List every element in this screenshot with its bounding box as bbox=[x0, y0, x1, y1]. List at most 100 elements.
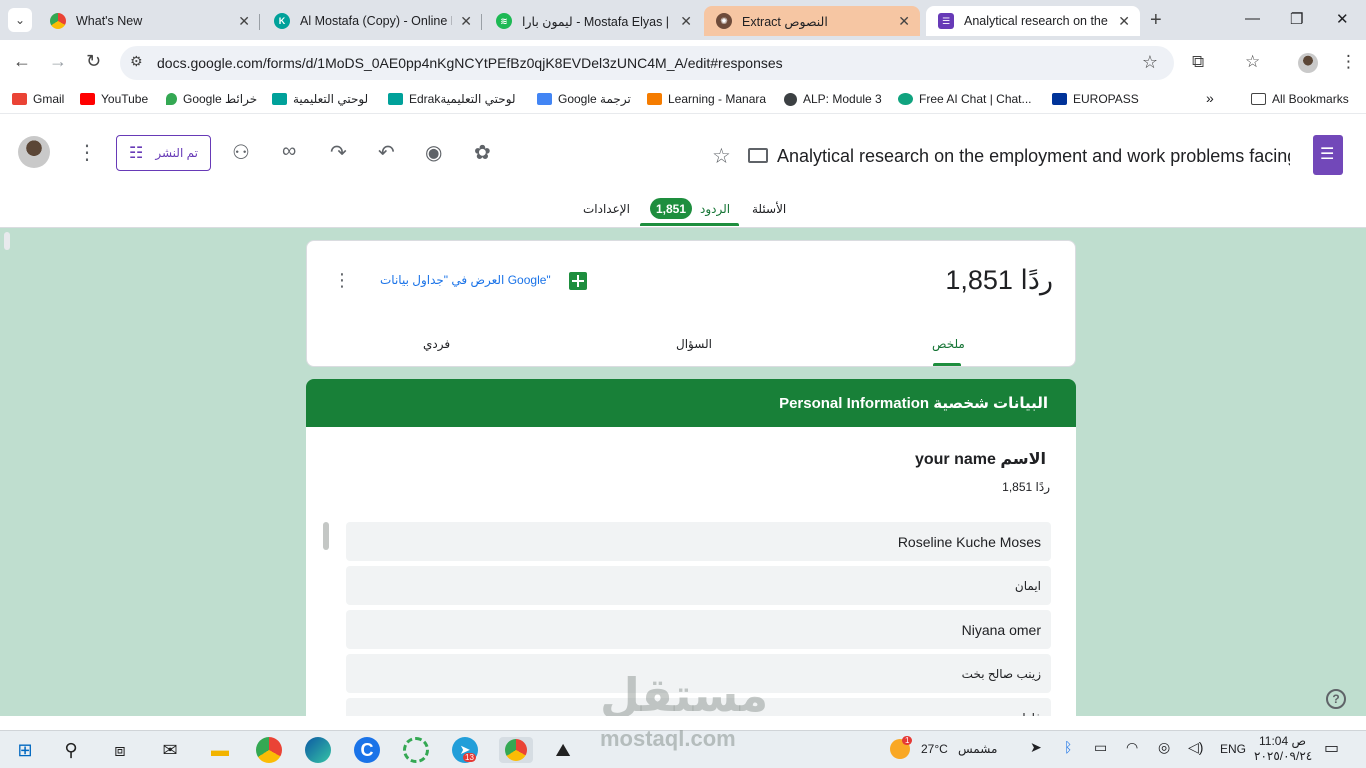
bookmark-europass[interactable]: EUROPASS bbox=[1052, 92, 1139, 106]
bookmark-gmail[interactable]: Gmail bbox=[12, 92, 64, 106]
close-icon[interactable]: ✕ bbox=[1118, 13, 1130, 30]
forward-button[interactable]: → bbox=[49, 51, 67, 72]
star-icon[interactable]: ☆ bbox=[712, 144, 731, 169]
browser-tab-forms[interactable]: ☰ Analytical research on the employment … bbox=[926, 6, 1140, 36]
extensions-icon[interactable]: ⧉ bbox=[1192, 52, 1204, 72]
language-indicator[interactable]: ENG bbox=[1220, 742, 1246, 756]
google-sheets-icon[interactable] bbox=[569, 272, 587, 290]
responses-total: 1,851 ردًا bbox=[945, 265, 1053, 295]
bookmark-youtube[interactable]: YouTube bbox=[80, 92, 148, 106]
arrow-left-icon: ← bbox=[13, 51, 31, 71]
weather-temperature[interactable]: 27°C bbox=[921, 742, 948, 756]
windows-start-icon[interactable]: ⊞ bbox=[12, 737, 38, 763]
task-view-icon[interactable]: ⧈ bbox=[107, 737, 133, 763]
watermark-logo: مستقل bbox=[600, 669, 769, 716]
bookmark-google-translate[interactable]: Google ترجمة bbox=[537, 92, 631, 106]
view-in-sheets-link[interactable]: العرض في "جداول بيانات Google" bbox=[380, 273, 551, 287]
close-icon[interactable]: ✕ bbox=[680, 13, 692, 30]
subtab-summary[interactable]: ملخص bbox=[932, 337, 965, 351]
responses-page[interactable]: 1,851 ردًا العرض في "جداول بيانات Google… bbox=[0, 228, 1366, 716]
browser-tab-al-mostafa[interactable]: K Al Mostafa (Copy) - Online L ✕ bbox=[262, 6, 482, 36]
progress-app-icon[interactable] bbox=[403, 737, 429, 763]
subtab-question[interactable]: السؤال bbox=[676, 337, 712, 351]
folder-icon[interactable] bbox=[748, 148, 768, 163]
form-title[interactable]: Analytical research on the employment an… bbox=[777, 146, 1290, 167]
sliders-icon: ☷ bbox=[129, 145, 144, 162]
address-bar[interactable]: ⚙ docs.google.com/forms/d/1MoDS_0AE0pp4n… bbox=[120, 46, 1174, 80]
link-icon[interactable]: ∞ bbox=[282, 140, 296, 163]
bookmark-label: Learning - Manara bbox=[668, 92, 767, 106]
undo-icon[interactable]: ↶ bbox=[378, 140, 395, 165]
bookmark-label: Gmail bbox=[33, 92, 65, 106]
responses-list-scrollbar[interactable] bbox=[323, 522, 329, 550]
volume-icon[interactable]: ◁) bbox=[1188, 739, 1203, 756]
redo-icon[interactable]: ↷ bbox=[330, 140, 347, 165]
battery-icon[interactable]: ▭ bbox=[1094, 739, 1107, 756]
site-info-icon[interactable]: ⚙ bbox=[130, 53, 143, 70]
minimize-button[interactable]: — bbox=[1245, 10, 1260, 27]
close-window-button[interactable]: ✕ bbox=[1336, 10, 1349, 28]
browser-tab-spotify[interactable]: ≋ ليمون بارا - Mostafa Elyas | Spotify ✕ bbox=[484, 6, 702, 36]
profile-avatar-icon[interactable] bbox=[1298, 53, 1318, 73]
add-collaborator-icon[interactable]: ⚇ bbox=[232, 140, 250, 165]
camera-icon[interactable]: ◎ bbox=[1158, 739, 1170, 756]
reload-button[interactable]: ↻ bbox=[86, 51, 101, 72]
preview-eye-icon[interactable]: ◉ bbox=[425, 140, 442, 165]
all-bookmarks-button[interactable]: All Bookmarks bbox=[1251, 92, 1349, 106]
tab-settings[interactable]: الإعدادات bbox=[583, 202, 630, 216]
tab-questions[interactable]: الأسئلة bbox=[752, 202, 786, 216]
bookmarks-overflow-button[interactable]: » bbox=[1206, 90, 1214, 106]
youtube-icon bbox=[80, 93, 95, 105]
tab-search-button[interactable]: ⌄ bbox=[8, 8, 32, 32]
telegram-tray-icon[interactable]: ➤ bbox=[1030, 739, 1042, 756]
browser-menu-icon[interactable]: ⋮ bbox=[1340, 52, 1357, 72]
search-icon[interactable]: ⚲ bbox=[58, 737, 84, 763]
photos-icon[interactable]: ⛰ bbox=[550, 737, 576, 763]
new-tab-button[interactable]: + bbox=[1150, 9, 1162, 32]
avatar[interactable] bbox=[18, 136, 50, 168]
notifications-icon[interactable]: ▭ bbox=[1324, 738, 1339, 758]
bookmark-edrak-dashboard[interactable]: لوحتي التعليمية bbox=[272, 92, 368, 106]
bookmark-google-maps[interactable]: Google خرائط bbox=[166, 92, 257, 106]
mail-icon[interactable]: ✉ bbox=[157, 737, 183, 763]
chrome-icon[interactable] bbox=[256, 737, 282, 763]
system-clock[interactable]: 11:04 ص ٢٠٢٥/٠٩/٢٤ bbox=[1254, 734, 1312, 764]
bookmark-edrak[interactable]: Edrakلوحتي التعليمية bbox=[388, 92, 516, 106]
google-forms-logo-icon[interactable] bbox=[1313, 135, 1343, 175]
reading-list-icon[interactable]: ☆ bbox=[1245, 52, 1260, 72]
close-icon[interactable]: ✕ bbox=[460, 13, 472, 30]
publish-button[interactable]: ☷ تم النشر bbox=[116, 135, 211, 171]
chrome-active-icon[interactable] bbox=[499, 737, 533, 763]
bookmark-free-ai-chat[interactable]: Free AI Chat | Chat... bbox=[898, 92, 1032, 106]
bookmark-star-icon[interactable]: ☆ bbox=[1142, 52, 1158, 73]
browser-tab-extract[interactable]: ✺ Extract النصوص ✕ bbox=[704, 6, 920, 36]
weather-condition[interactable]: مشمس bbox=[958, 742, 997, 756]
publish-label: تم النشر bbox=[155, 146, 198, 160]
reload-icon: ↻ bbox=[86, 51, 102, 71]
close-icon[interactable]: ✕ bbox=[898, 13, 910, 30]
c-app-icon[interactable]: C bbox=[354, 737, 380, 763]
section-title: Personal Information البيانات شخصية bbox=[779, 395, 1048, 412]
help-icon[interactable]: ? bbox=[1326, 689, 1346, 709]
weather-badge: 1 bbox=[902, 736, 913, 745]
bookmark-manara[interactable]: Learning - Manara bbox=[647, 92, 766, 106]
more-options-icon[interactable]: ⋮ bbox=[77, 140, 97, 165]
bluetooth-icon[interactable]: ᛒ bbox=[1064, 739, 1072, 755]
bookmark-label: Edrakلوحتي التعليمية bbox=[409, 92, 516, 106]
close-icon[interactable]: ✕ bbox=[238, 13, 250, 30]
browser-tab-whats-new[interactable]: What's New ✕ bbox=[38, 6, 260, 36]
page-scrollbar[interactable] bbox=[4, 232, 10, 250]
wifi-icon[interactable]: ◠ bbox=[1126, 739, 1138, 756]
bookmark-alp[interactable]: ALP: Module 3 bbox=[784, 92, 882, 106]
url-text[interactable]: docs.google.com/forms/d/1MoDS_0AE0pp4nKg… bbox=[157, 55, 783, 71]
subtab-individual[interactable]: فردي bbox=[423, 337, 450, 351]
tab-responses[interactable]: الردود bbox=[700, 202, 730, 216]
tab-title: Al Mostafa (Copy) - Online L bbox=[300, 14, 453, 28]
restore-button[interactable]: ❐ bbox=[1290, 10, 1303, 28]
palette-icon[interactable]: ✿ bbox=[474, 140, 491, 165]
edrak-icon: K bbox=[274, 13, 290, 29]
edge-icon[interactable] bbox=[305, 737, 331, 763]
more-options-icon[interactable]: ⋮ bbox=[333, 270, 351, 291]
back-button[interactable]: ← bbox=[13, 51, 31, 72]
file-explorer-icon[interactable]: ▬ bbox=[207, 737, 233, 763]
